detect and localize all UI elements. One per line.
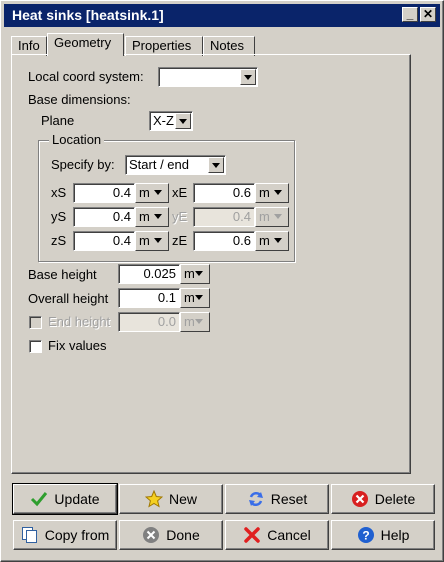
ye-unit-select: m [255, 207, 289, 227]
end-height-checkbox [29, 316, 42, 329]
location-label: Location [49, 132, 105, 147]
ys-unit-select[interactable]: m [135, 207, 169, 227]
plane-label: Plane [41, 113, 75, 128]
zs-unit: m [139, 233, 150, 248]
delete-icon [351, 491, 368, 507]
heat-sinks-dialog: Heat sinks [heatsink.1] _ ✕ Info Geometr… [0, 0, 444, 562]
specify-by-select[interactable]: Start / end [125, 155, 226, 175]
close-button[interactable]: ✕ [420, 7, 436, 22]
end-height-unit-select: m [180, 312, 210, 332]
chevron-down-icon[interactable] [151, 209, 167, 225]
delete-label: Delete [374, 491, 416, 507]
base-height-label: Base height [28, 267, 97, 282]
overall-height-label: Overall height [28, 291, 109, 306]
ze-label: zE [172, 233, 188, 248]
chevron-down-icon[interactable] [271, 185, 287, 201]
done-icon [143, 527, 160, 543]
ye-unit: m [259, 209, 270, 224]
specify-by-label: Specify by: [51, 157, 115, 172]
ys-label: yS [51, 209, 67, 224]
svg-text:?: ? [362, 529, 369, 543]
title-bar: Heat sinks [heatsink.1] _ ✕ [4, 4, 440, 27]
base-dimensions-label: Base dimensions: [28, 92, 131, 107]
chevron-down-icon[interactable] [192, 290, 208, 306]
copy-from-label: Copy from [44, 527, 110, 543]
star-icon [144, 490, 163, 508]
done-button[interactable]: Done [119, 520, 223, 550]
copy-icon [21, 527, 37, 543]
end-height-label: End height [48, 314, 111, 329]
ze-unit-select[interactable]: m [255, 231, 289, 251]
chevron-down-icon [271, 209, 287, 225]
zs-field[interactable]: 0.4 [73, 231, 135, 251]
ze-field[interactable]: 0.6 [193, 231, 255, 251]
reset-button[interactable]: Reset [225, 484, 329, 514]
chevron-down-icon[interactable] [151, 185, 167, 201]
zs-label: zS [51, 233, 67, 248]
plane-select[interactable]: X-Z [149, 111, 193, 131]
xs-unit-select[interactable]: m [135, 183, 169, 203]
help-button[interactable]: ? Help [331, 520, 435, 550]
help-label: Help [380, 527, 410, 543]
fix-values-checkbox[interactable] [29, 340, 42, 353]
xe-label: xE [172, 185, 188, 200]
chevron-down-icon[interactable] [208, 157, 224, 173]
help-icon: ? [357, 527, 374, 543]
reset-label: Reset [270, 491, 308, 507]
plane-value: X-Z [153, 113, 174, 128]
update-label: Update [54, 491, 100, 507]
close-icon: ✕ [422, 7, 434, 21]
cancel-label: Cancel [267, 527, 311, 543]
chevron-down-icon[interactable] [271, 233, 287, 249]
minimize-icon: _ [406, 7, 414, 21]
cancel-button[interactable]: Cancel [225, 520, 329, 550]
ze-unit: m [259, 233, 270, 248]
done-label: Done [166, 527, 200, 543]
ys-unit: m [139, 209, 150, 224]
new-label: New [168, 491, 197, 507]
base-height-field[interactable]: 0.025 [118, 264, 180, 284]
refresh-icon [248, 491, 263, 507]
location-group: Location Specify by: Start / end xS 0.4 … [38, 132, 295, 262]
end-height-field: 0.0 [118, 312, 180, 332]
xs-field[interactable]: 0.4 [73, 183, 135, 203]
chevron-down-icon[interactable] [240, 69, 256, 85]
delete-button[interactable]: Delete [331, 484, 435, 514]
ye-field: 0.4 [193, 207, 255, 227]
local-coord-select[interactable] [158, 67, 258, 87]
chevron-down-icon[interactable] [192, 266, 208, 282]
update-button[interactable]: Update [12, 483, 118, 515]
tab-properties[interactable]: Properties [125, 36, 203, 56]
ye-label: yE [172, 209, 188, 224]
tab-geometry[interactable]: Geometry [47, 33, 124, 56]
window-title: Heat sinks [heatsink.1] [12, 7, 164, 23]
chevron-down-icon [192, 314, 208, 330]
specify-by-value: Start / end [129, 157, 189, 172]
xe-unit: m [259, 185, 270, 200]
base-height-unit-select[interactable]: m [180, 264, 210, 284]
copy-from-button[interactable]: Copy from [13, 520, 117, 550]
local-coord-label: Local coord system: [28, 69, 144, 84]
xe-field[interactable]: 0.6 [193, 183, 255, 203]
checkmark-icon [31, 492, 48, 507]
geometry-panel: Local coord system: Base dimensions: Pla… [11, 54, 411, 474]
xs-label: xS [51, 185, 67, 200]
xs-unit: m [139, 185, 150, 200]
new-button[interactable]: New [119, 484, 223, 514]
minimize-button[interactable]: _ [402, 7, 418, 22]
overall-height-unit-select[interactable]: m [180, 288, 210, 308]
fix-values-label: Fix values [48, 338, 107, 353]
zs-unit-select[interactable]: m [135, 231, 169, 251]
tab-info[interactable]: Info [11, 36, 47, 56]
chevron-down-icon[interactable] [151, 233, 167, 249]
xe-unit-select[interactable]: m [255, 183, 289, 203]
tab-notes[interactable]: Notes [203, 36, 255, 56]
cancel-icon [244, 527, 260, 543]
chevron-down-icon[interactable] [175, 113, 191, 129]
ys-field[interactable]: 0.4 [73, 207, 135, 227]
overall-height-field[interactable]: 0.1 [118, 288, 180, 308]
